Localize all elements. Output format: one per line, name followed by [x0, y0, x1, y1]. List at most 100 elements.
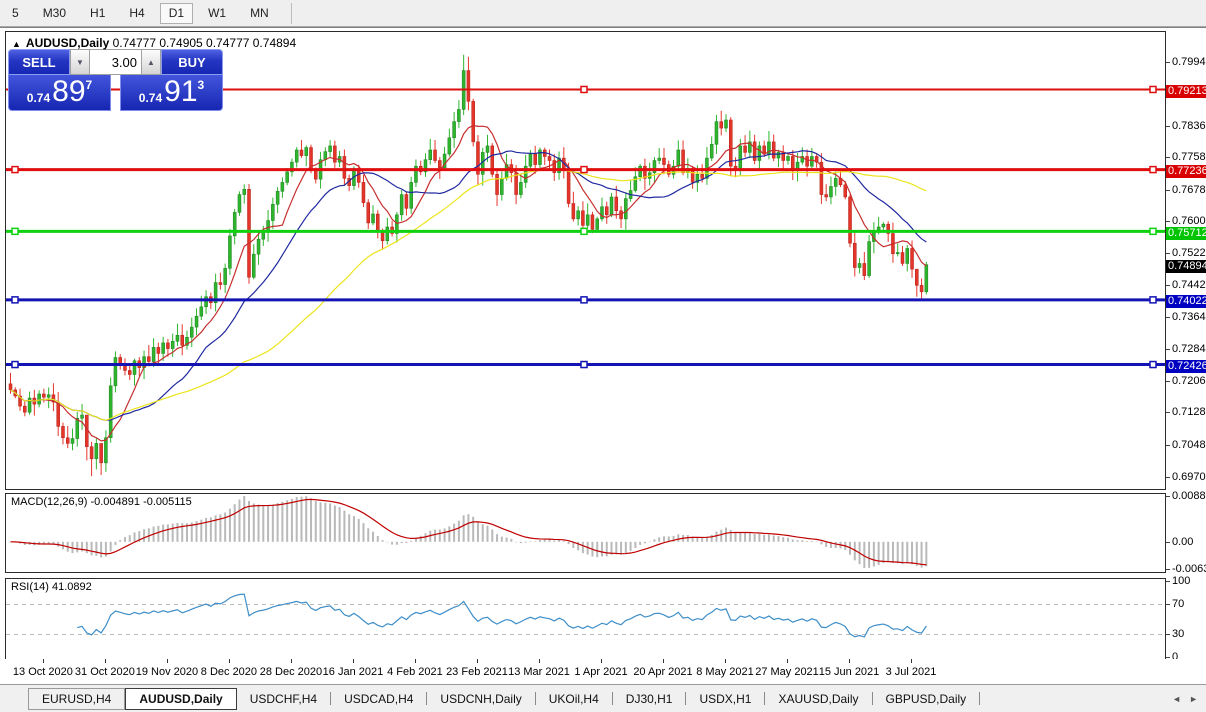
date-tick — [414, 659, 416, 663]
ma-medium — [10, 150, 927, 421]
chart-symbol-label: AUDUSD,Daily — [25, 36, 110, 50]
tab-gbpusd-daily[interactable]: GBPUSD,Daily — [873, 688, 980, 710]
date-label-31-oct-2020: 31 Oct 2020 — [74, 666, 135, 678]
price-tick-0.76780: 0.76780 — [1166, 184, 1206, 197]
ma-slow — [10, 168, 927, 421]
date-label-8-may-2021: 8 May 2021 — [696, 666, 754, 678]
price-tick-0.77580: 0.77580 — [1166, 151, 1206, 164]
tab-scroll-right-icon[interactable]: ► — [1189, 694, 1198, 704]
timeframe-toolbar: 5 M30 H1 H4 D1 W1 MN — [0, 0, 1206, 27]
date-label-13-mar-2021: 13 Mar 2021 — [508, 666, 570, 678]
rsi-axis-100: 100 — [1166, 575, 1206, 588]
date-axis: 13 Oct 2020 31 Oct 2020 19 Nov 2020 8 Dec 2… — [0, 659, 1206, 685]
rsi-plot[interactable] — [5, 578, 1166, 660]
price-badge-0.79213: 0.79213 — [1166, 84, 1206, 98]
price-tick-0.72060: 0.72060 — [1166, 375, 1206, 388]
price-badge-0.74022: 0.74022 — [1166, 295, 1206, 309]
timeframe-button-w1[interactable]: W1 — [199, 3, 235, 24]
candles — [8, 54, 929, 477]
ask-price-display[interactable]: 0.74 91 3 — [120, 75, 223, 111]
price-badge-0.77236: 0.77236 — [1166, 165, 1206, 179]
price-tick-0.72840: 0.72840 — [1166, 343, 1206, 356]
tab-ukoil-h4[interactable]: UKOil,H4 — [536, 688, 612, 710]
tab-xauusd-daily[interactable]: XAUUSD,Daily — [765, 688, 871, 710]
volume-increase-button[interactable]: ▲ — [141, 49, 161, 75]
timeframe-button-h1[interactable]: H1 — [81, 3, 114, 24]
date-label-4-feb-2021: 4 Feb 2021 — [387, 666, 443, 678]
buy-button[interactable]: BUY — [161, 49, 223, 75]
date-tick — [290, 659, 292, 663]
rsi-axis-70: 70 — [1166, 598, 1206, 611]
volume-decrease-button[interactable]: ▼ — [70, 49, 90, 75]
chart-tab-bar: EURUSD,H4 AUDUSD,Daily USDCHF,H4 USDCAD,H4 U… — [0, 684, 1206, 712]
timeframe-button-d1[interactable]: D1 — [159, 2, 194, 24]
date-label-19-nov-2020: 19 Nov 2020 — [135, 666, 199, 678]
toolbar-separator — [290, 2, 292, 24]
timeframe-button-5[interactable]: 5 — [3, 3, 28, 24]
date-label-15-jun-2021: 15 Jun 2021 — [818, 666, 880, 678]
date-label-20-apr-2021: 20 Apr 2021 — [633, 666, 693, 678]
price-scale: 0.799400.783600.775800.767800.760000.752… — [1166, 31, 1206, 663]
price-tick-0.78360: 0.78360 — [1166, 120, 1206, 133]
date-label-3-jul-2021: 3 Jul 2021 — [885, 666, 937, 678]
tab-usdchf-h4[interactable]: USDCHF,H4 — [237, 688, 330, 710]
tab-dj30-h1[interactable]: DJ30,H1 — [613, 688, 686, 710]
tab-separator — [979, 692, 981, 705]
date-label-28-dec-2020: 28 Dec 2020 — [259, 666, 323, 678]
date-label-13-oct-2020: 13 Oct 2020 — [12, 666, 73, 678]
sell-button[interactable]: SELL — [8, 49, 70, 75]
tab-usdcnh-daily[interactable]: USDCNH,Daily — [427, 688, 534, 710]
tab-usdx-h1[interactable]: USDX,H1 — [686, 688, 764, 710]
date-tick — [849, 659, 851, 663]
tab-scroll-left-icon[interactable]: ◄ — [1172, 694, 1181, 704]
tab-usdcad-h4[interactable]: USDCAD,H4 — [331, 688, 426, 710]
date-tick — [662, 659, 664, 663]
bid-price-display[interactable]: 0.74 89 7 — [8, 75, 111, 111]
hline-0.77236[interactable] — [6, 165, 1165, 174]
date-label-8-dec-2020: 8 Dec 2020 — [200, 666, 258, 678]
timeframe-button-h4[interactable]: H4 — [120, 3, 153, 24]
chart-title: ▲ AUDUSD,Daily 0.74777 0.74905 0.74777 0.… — [12, 36, 296, 50]
ask-big-digits: 91 — [164, 75, 198, 108]
chart-ohlc-values: 0.74777 0.74905 0.74777 0.74894 — [112, 36, 297, 50]
date-label-1-apr-2021: 1 Apr 2021 — [574, 666, 628, 678]
rsi-axis-30: 30 — [1166, 628, 1206, 641]
date-tick — [104, 659, 106, 663]
rsi-indicator-label: RSI(14) 41.0892 — [11, 581, 92, 593]
price-tick-0.79940: 0.79940 — [1166, 56, 1206, 69]
hline-0.75712[interactable] — [6, 227, 1165, 236]
date-tick — [352, 659, 354, 663]
ask-prefix: 0.74 — [138, 91, 163, 105]
date-tick — [911, 659, 913, 663]
price-tick-0.69700: 0.69700 — [1166, 471, 1206, 484]
date-tick — [787, 659, 788, 663]
rsi-line — [77, 593, 927, 638]
date-tick — [166, 659, 168, 663]
bid-big-digits: 89 — [52, 75, 86, 108]
tab-audusd-daily[interactable]: AUDUSD,Daily — [125, 687, 237, 710]
date-label-27-may-2021: 27 May 2021 — [755, 666, 819, 678]
trading-terminal: 5 M30 H1 H4 D1 W1 MN ▲ AUDUSD,Daily 0.74777 0.7… — [0, 0, 1206, 712]
hline-0.74022[interactable] — [6, 296, 1165, 304]
macd-axis-0.008871: 0.008871 — [1166, 490, 1206, 503]
price-badge-0.72426: 0.72426 — [1166, 360, 1206, 374]
date-tick — [538, 659, 540, 663]
price-tick-0.74420: 0.74420 — [1166, 279, 1206, 292]
price-tick-0.73640: 0.73640 — [1166, 311, 1206, 324]
price-badge-0.75712: 0.75712 — [1166, 226, 1206, 240]
chart-window: ▲ AUDUSD,Daily 0.74777 0.74905 0.74777 0.… — [0, 27, 1206, 685]
price-tick-0.70480: 0.70480 — [1166, 439, 1206, 452]
current-price-badge: 0.74894 — [1166, 260, 1206, 273]
date-tick — [228, 659, 230, 663]
date-tick — [476, 659, 478, 663]
ask-pipette: 3 — [197, 78, 205, 92]
date-tick — [42, 659, 44, 663]
tab-eurusd-h4[interactable]: EURUSD,H4 — [28, 687, 126, 710]
one-click-trade-panel: SELL ▼ ▲ BUY 0.74 89 7 0.74 91 3 — [8, 49, 223, 111]
collapse-icon[interactable]: ▲ — [12, 39, 21, 49]
date-label-23-feb-2021: 23 Feb 2021 — [446, 666, 508, 678]
timeframe-button-m30[interactable]: M30 — [34, 3, 75, 24]
volume-input[interactable] — [90, 49, 141, 75]
hline-0.72426[interactable] — [6, 360, 1165, 369]
timeframe-button-mn[interactable]: MN — [241, 3, 278, 24]
